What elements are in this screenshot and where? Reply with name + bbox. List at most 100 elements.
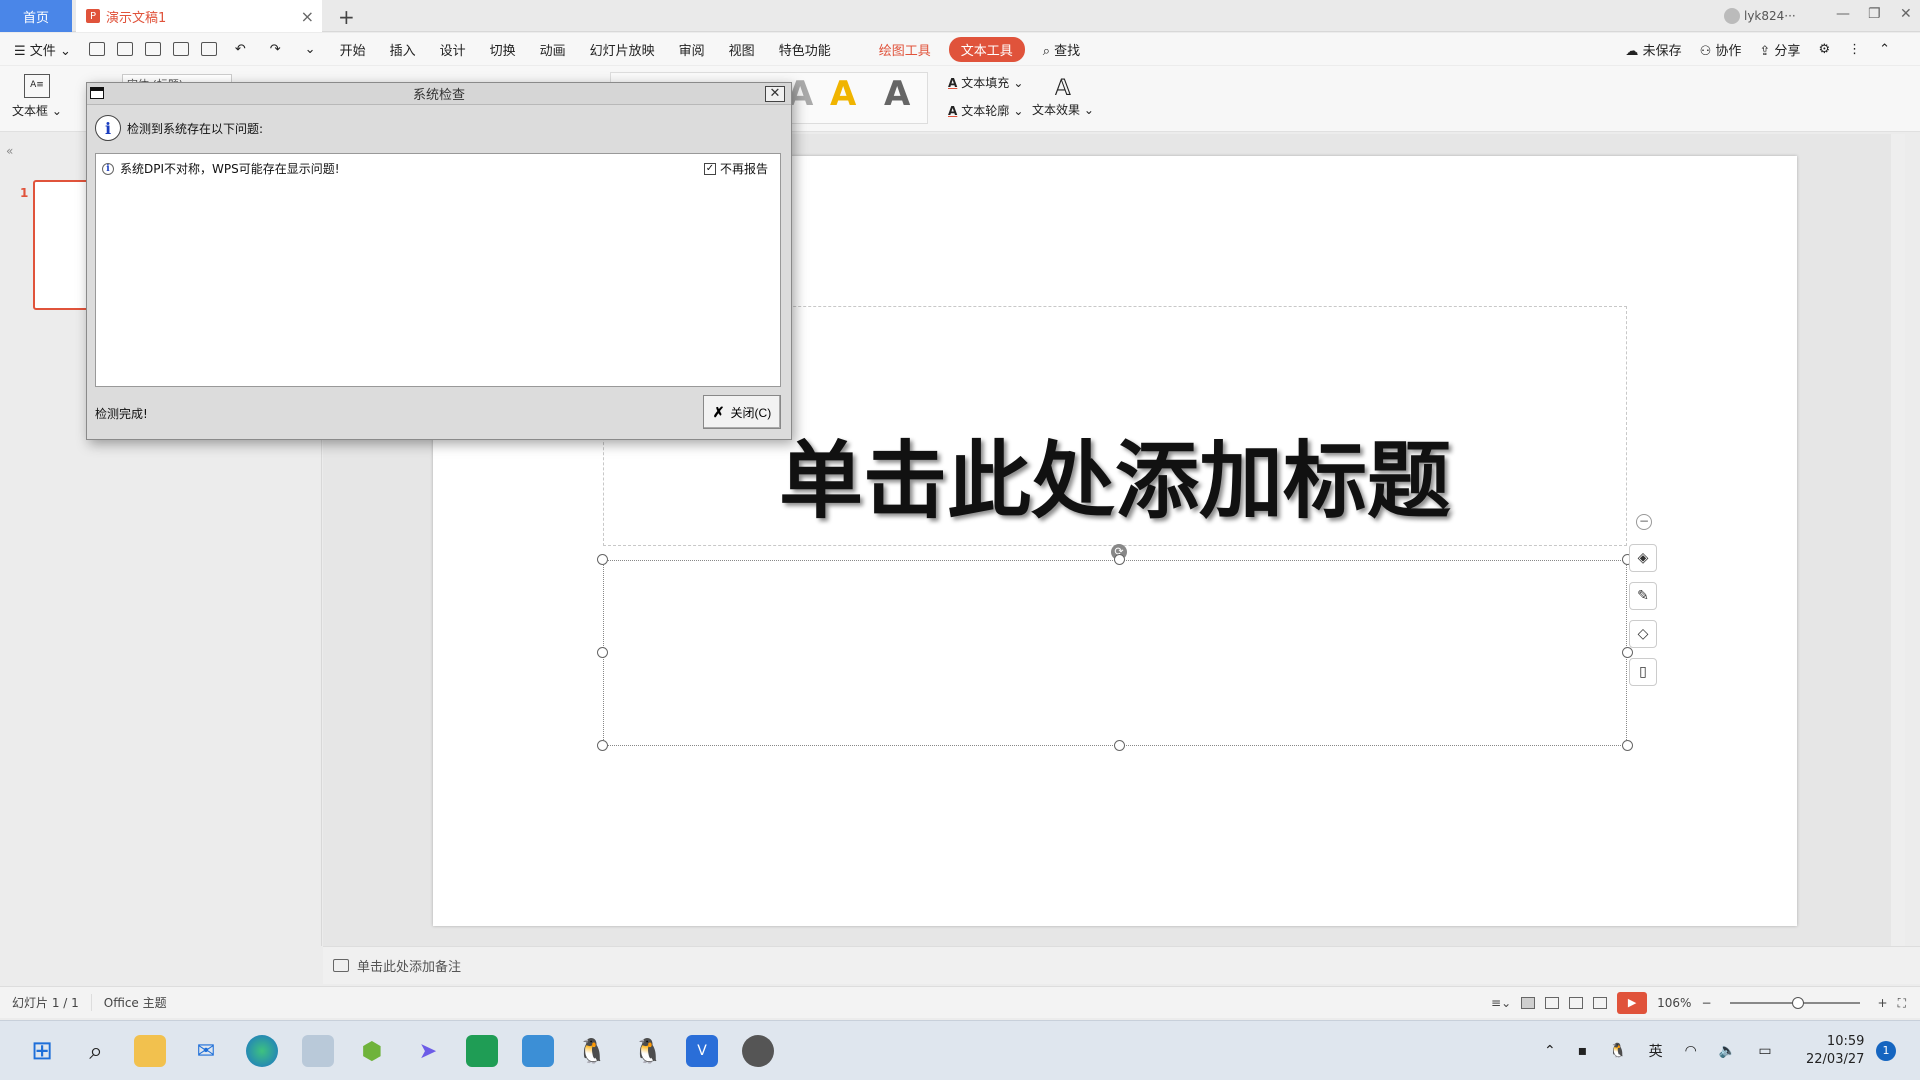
resize-handle[interactable]: [597, 740, 608, 751]
notification-badge[interactable]: 1: [1876, 1041, 1896, 1061]
dialog-close-icon[interactable]: ✕: [765, 86, 785, 102]
format-painter-icon[interactable]: [144, 42, 161, 56]
fill-icon[interactable]: ◇: [1629, 620, 1657, 648]
zoom-out-icon[interactable]: −: [1701, 996, 1711, 1010]
open-icon[interactable]: [88, 42, 105, 56]
minimize-icon[interactable]: —: [1836, 6, 1850, 22]
tab-close-icon[interactable]: ×: [301, 7, 314, 26]
qq-icon[interactable]: 🐧: [576, 1035, 608, 1067]
play-slideshow-button[interactable]: ▶: [1617, 992, 1648, 1014]
undo-icon[interactable]: ↶: [223, 42, 258, 57]
resize-handle[interactable]: [597, 554, 608, 565]
battery-icon[interactable]: ▭: [1758, 1043, 1771, 1059]
tray-expand-icon[interactable]: ⌃: [1544, 1043, 1556, 1059]
notes-view-icon[interactable]: [1593, 997, 1608, 1009]
feishu-icon[interactable]: ➤: [412, 1035, 444, 1067]
zoom-slider[interactable]: [1729, 997, 1860, 1009]
collapse-ribbon-icon[interactable]: ⌃: [1879, 42, 1890, 57]
user-account[interactable]: lyk824···: [1724, 8, 1796, 24]
menu-features[interactable]: 特色功能: [767, 40, 843, 59]
issue-list[interactable]: i 系统DPI不对称，WPS可能存在显示问题! ✓ 不再报告: [95, 153, 781, 387]
dialog-titlebar[interactable]: 系统检查 ✕: [87, 83, 791, 105]
resize-handle[interactable]: [1622, 740, 1633, 751]
zoom-knob[interactable]: [1791, 997, 1804, 1009]
reading-view-icon[interactable]: [1569, 997, 1584, 1009]
unsaved-button[interactable]: ☁ 未保存: [1625, 40, 1681, 59]
dialog-header: i 检测到系统存在以下问题:: [95, 115, 263, 141]
notes-area[interactable]: 单击此处添加备注: [323, 946, 1920, 984]
collapse-panel-icon[interactable]: «: [6, 144, 13, 158]
print-preview-icon[interactable]: [200, 42, 217, 56]
zoom-level[interactable]: 106%: [1657, 996, 1691, 1010]
window-icon[interactable]: [90, 87, 104, 99]
notes-toggle-icon[interactable]: ≡⌄: [1491, 996, 1511, 1010]
search-button[interactable]: ⌕ 查找: [1031, 40, 1092, 59]
android-icon[interactable]: ⬢: [356, 1035, 388, 1067]
text-style-3[interactable]: A: [884, 74, 910, 114]
tray-qq-icon[interactable]: 🐧: [1609, 1043, 1626, 1059]
start-icon[interactable]: ⊞: [26, 1035, 58, 1067]
resize-handle[interactable]: [597, 647, 608, 658]
tray-app-icon[interactable]: ▪: [1578, 1043, 1588, 1059]
resize-handle[interactable]: [1114, 554, 1125, 565]
add-tab-button[interactable]: +: [338, 5, 355, 29]
menu-slideshow[interactable]: 幻灯片放映: [578, 40, 667, 59]
wifi-icon[interactable]: ◠: [1685, 1043, 1697, 1059]
tab-document[interactable]: P 演示文稿1 ×: [76, 0, 322, 32]
settings-icon[interactable]: ⚙: [1818, 42, 1830, 57]
menu-review[interactable]: 审阅: [667, 40, 717, 59]
text-outline-button[interactable]: A 文本轮廓 ⌄: [948, 102, 1023, 119]
text-style-2[interactable]: A: [830, 74, 856, 114]
close-button[interactable]: ✗ 关闭(C): [703, 395, 781, 429]
print-icon[interactable]: [172, 42, 189, 56]
redo-icon[interactable]: ↷: [258, 42, 293, 57]
pen-icon[interactable]: ✎: [1629, 582, 1657, 610]
sorter-view-icon[interactable]: [1545, 997, 1560, 1009]
collaborate-button[interactable]: ⚇ 协作: [1700, 40, 1742, 59]
subtitle-placeholder[interactable]: [603, 560, 1627, 746]
vscode-icon[interactable]: V: [686, 1035, 718, 1067]
file-menu[interactable]: ☰ 文件 ⌄: [0, 40, 83, 59]
layers-icon[interactable]: ◈: [1629, 544, 1657, 572]
volume-icon[interactable]: 🔈: [1719, 1043, 1736, 1059]
text-effect-button[interactable]: 𝔸 文本效果 ⌄: [1032, 76, 1094, 118]
menu-drawing-tools[interactable]: 绘图工具: [867, 40, 943, 59]
fit-window-icon[interactable]: ⛶: [1898, 996, 1906, 1011]
edge-browser-icon[interactable]: [246, 1035, 278, 1067]
restore-icon[interactable]: ❐: [1868, 6, 1881, 22]
vertical-scrollbar[interactable]: [1891, 134, 1905, 946]
clock[interactable]: 10:59 22/03/27: [1806, 1033, 1864, 1069]
zoom-in-icon[interactable]: +: [1878, 996, 1888, 1010]
more-icon[interactable]: ⋮: [1848, 42, 1861, 57]
share-button[interactable]: ⇪ 分享: [1759, 40, 1800, 59]
game-icon[interactable]: [742, 1035, 774, 1067]
qq-icon-2[interactable]: 🐧: [632, 1035, 664, 1067]
frame-icon[interactable]: ▯: [1629, 658, 1657, 686]
app-green-icon[interactable]: [466, 1035, 498, 1067]
menu-animation[interactable]: 动画: [528, 40, 578, 59]
customize-icon[interactable]: ⌄: [293, 42, 328, 57]
close-window-icon[interactable]: ✕: [1900, 6, 1912, 22]
search-icon[interactable]: ⌕: [80, 1035, 112, 1067]
text-fill-button[interactable]: A 文本填充 ⌄: [948, 74, 1023, 91]
normal-view-icon[interactable]: [1521, 997, 1536, 1009]
control-panel-icon[interactable]: [522, 1035, 554, 1067]
menu-view[interactable]: 视图: [717, 40, 767, 59]
file-explorer-icon[interactable]: [134, 1035, 166, 1067]
dont-report-checkbox[interactable]: ✓ 不再报告: [703, 160, 768, 177]
mail-icon[interactable]: ✉: [190, 1035, 222, 1067]
resize-handle[interactable]: [1114, 740, 1125, 751]
ime-indicator[interactable]: 英: [1649, 1041, 1663, 1061]
collapse-toolbar-icon[interactable]: −: [1636, 514, 1652, 530]
menu-start[interactable]: 开始: [328, 40, 378, 59]
photos-icon[interactable]: [302, 1035, 334, 1067]
tab-home[interactable]: 首页: [0, 0, 72, 32]
menu-design[interactable]: 设计: [428, 40, 478, 59]
textbox-button[interactable]: A≡ 文本框 ⌄: [12, 74, 62, 119]
list-item[interactable]: i 系统DPI不对称，WPS可能存在显示问题! ✓ 不再报告: [102, 160, 772, 177]
menu-insert[interactable]: 插入: [378, 40, 428, 59]
menu-text-tools[interactable]: 文本工具: [948, 36, 1025, 62]
menu-transition[interactable]: 切换: [478, 40, 528, 59]
theme-name[interactable]: Office 主题: [92, 994, 179, 1011]
save-icon[interactable]: [116, 42, 133, 56]
